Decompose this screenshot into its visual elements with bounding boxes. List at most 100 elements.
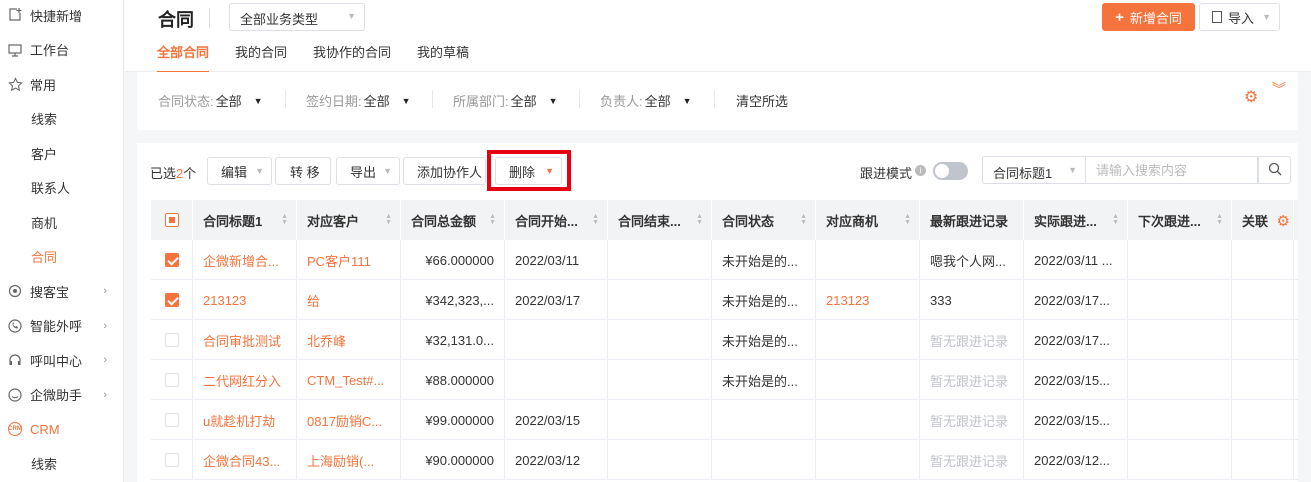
filter-settings-gear-icon[interactable]: ⚙ (1244, 87, 1258, 107)
delete-button[interactable]: 删除 ▼ (495, 157, 562, 185)
info-icon[interactable]: i (915, 165, 926, 176)
column-header[interactable]: 合同状态 ▲ ▼ (712, 200, 816, 240)
sidebar-item-customers[interactable]: 客户 (0, 136, 123, 171)
sidebar-item-crm-leads[interactable]: 线索 (0, 447, 123, 482)
import-label: 导入 (1228, 10, 1255, 26)
related-cell (1232, 440, 1294, 480)
filter-contract-status[interactable]: 合同状态: 全部 ▼ (158, 91, 263, 110)
opportunity-link[interactable] (816, 360, 920, 400)
end-date-cell (608, 320, 712, 360)
opportunity-link[interactable] (816, 240, 920, 280)
related-cell (1232, 360, 1294, 400)
search-field-select[interactable]: 合同标题1 ▼ (982, 156, 1085, 184)
row-checkbox[interactable] (164, 253, 179, 267)
column-header[interactable]: 实际跟进... ▲ ▼ (1024, 200, 1128, 240)
opportunity-link[interactable]: 213123 (816, 280, 920, 320)
sidebar-item-call-center[interactable]: 呼叫中心 › (0, 343, 123, 378)
tab-my-contracts[interactable]: 我的合同 (235, 42, 287, 73)
contract-title-link[interactable]: 企微新增合... (193, 240, 297, 280)
related-cell (1232, 400, 1294, 440)
double-chevron-down-icon[interactable]: ︾ (1272, 82, 1286, 96)
filter-owner[interactable]: 负责人: 全部 ▼ (600, 91, 692, 110)
import-button[interactable]: 导入 ▼ (1199, 3, 1280, 31)
sidebar-item-opportunities[interactable]: 商机 (0, 205, 123, 240)
row-checkbox[interactable] (164, 373, 179, 387)
contract-list-card: 已选2个 编辑 ▼ 转 移 导出 ▼ 添加协作人 删除 ▼ 跟进模式 i 合同标… (137, 143, 1298, 482)
caret-down-icon: ▼ (253, 95, 263, 106)
follow-mode-toggle[interactable] (933, 162, 968, 180)
opportunity-link[interactable] (816, 320, 920, 360)
row-checkbox[interactable] (164, 333, 179, 347)
customer-link[interactable]: 北乔峰 (297, 320, 401, 360)
select-all-checkbox[interactable] (164, 213, 179, 227)
start-date-cell (505, 320, 608, 360)
contract-title-link[interactable]: 二代网红分入 (193, 360, 297, 400)
tab-collaborated-contracts[interactable]: 我协作的合同 (313, 42, 391, 73)
customer-link[interactable]: CTM_Test#... (297, 360, 401, 400)
column-header[interactable]: 对应客户 ▲ ▼ (297, 200, 401, 240)
filter-bar: 合同状态: 全部 ▼ 签约日期: 全部 ▼ 所属部门: 全部 ▼ 负责人: 全部… (137, 72, 1298, 130)
contract-title-link[interactable]: 合同审批测试 (193, 320, 297, 360)
filter-label: 所属部门: (453, 94, 509, 109)
contract-title-link[interactable]: 企微合同43... (193, 440, 297, 480)
search-button[interactable] (1258, 156, 1291, 184)
column-header[interactable]: 合同开始... ▲ ▼ (505, 200, 608, 240)
filter-value: 全部 (215, 94, 242, 109)
column-header[interactable]: 合同总金额 ▲ ▼ (401, 200, 505, 240)
sidebar-item-crm[interactable]: CRM CRM (0, 412, 123, 447)
start-date-cell: 2022/03/11 (505, 240, 608, 280)
table-row[interactable]: 企微合同43... 上海励销(... ¥90.000000 2022/03/12 暂无跟… (151, 440, 1298, 480)
tab-all-contracts[interactable]: 全部合同 (157, 42, 210, 73)
row-checkbox[interactable] (164, 293, 179, 307)
table-row[interactable]: u就趁机打劫 0817励销C... ¥99.000000 2022/03/15 暂无跟进… (151, 400, 1298, 440)
sidebar-item-common[interactable]: 常用 (0, 67, 123, 102)
column-header[interactable]: 合同标题1 ▲ ▼ (193, 200, 297, 240)
sidebar-item-contacts[interactable]: 联系人 (0, 171, 123, 206)
sidebar-item-leads[interactable]: 线索 (0, 102, 123, 137)
amount-cell: ¥66.000000 (401, 240, 505, 280)
contract-title-link[interactable]: 213123 (193, 280, 297, 320)
import-file-icon (1212, 11, 1222, 23)
sidebar-item-wecom-assistant[interactable]: 企微助手 › (0, 378, 123, 413)
selected-count: 已选2个 (150, 163, 196, 182)
column-header[interactable]: 对应商机 ▲ ▼ (816, 200, 920, 240)
column-header[interactable]: 最新跟进记录 (920, 200, 1024, 240)
opportunity-link[interactable] (816, 440, 920, 480)
transfer-button[interactable]: 转 移 (275, 157, 331, 185)
table-row[interactable]: 企微新增合... PC客户111 ¥66.000000 2022/03/11 未开始是的… (151, 240, 1298, 280)
column-header[interactable]: 下次跟进... ▲ ▼ (1128, 200, 1232, 240)
table-row[interactable]: 二代网红分入 CTM_Test#... ¥88.000000 未开始是的... 暂无跟进… (151, 360, 1298, 400)
divider (285, 90, 286, 108)
table-row[interactable]: 213123 给 ¥342,323,... 2022/03/17 未开始是的... 213… (151, 280, 1298, 320)
start-date-cell: 2022/03/12 (505, 440, 608, 480)
customer-link[interactable]: PC客户111 (297, 240, 401, 280)
contract-title-link[interactable]: u就趁机打劫 (193, 400, 297, 440)
sidebar-item-quick-add[interactable]: 快捷新增 (0, 0, 123, 33)
row-checkbox[interactable] (164, 413, 179, 427)
column-header[interactable]: 合同结束... ▲ ▼ (608, 200, 712, 240)
sidebar-item-soukebao[interactable]: 搜客宝 › (0, 274, 123, 309)
row-checkbox[interactable] (164, 453, 179, 467)
customer-link[interactable]: 0817励销C... (297, 400, 401, 440)
amount-cell: ¥88.000000 (401, 360, 505, 400)
search-input[interactable] (1085, 156, 1258, 184)
opportunity-link[interactable] (816, 400, 920, 440)
sidebar-item-workbench[interactable]: 工作台 (0, 33, 123, 68)
new-contract-button[interactable]: + 新增合同 (1102, 3, 1195, 31)
add-collaborator-button[interactable]: 添加协作人 (403, 157, 486, 185)
customer-link[interactable]: 给 (297, 280, 401, 320)
export-button[interactable]: 导出 ▼ (336, 157, 400, 185)
table-row[interactable]: 合同审批测试 北乔峰 ¥32,131.0... 未开始是的... 暂无跟进记录 2022/… (151, 320, 1298, 360)
tab-my-drafts[interactable]: 我的草稿 (417, 42, 469, 73)
filter-sign-date[interactable]: 签约日期: 全部 ▼ (306, 91, 411, 110)
clear-filters-button[interactable]: 清空所选 (736, 91, 788, 110)
filter-department[interactable]: 所属部门: 全部 ▼ (453, 91, 558, 110)
business-type-select[interactable]: 全部业务类型 ▼ (229, 3, 365, 31)
sidebar-item-contracts[interactable]: 合同 (0, 240, 123, 275)
sidebar-item-smart-call[interactable]: 智能外呼 › (0, 309, 123, 344)
related-cell (1232, 280, 1294, 320)
sidebar-item-label: 线索 (31, 457, 58, 473)
column-settings-gear-icon[interactable]: ⚙ (1277, 212, 1290, 230)
customer-link[interactable]: 上海励销(... (297, 440, 401, 480)
edit-button[interactable]: 编辑 ▼ (207, 157, 272, 185)
